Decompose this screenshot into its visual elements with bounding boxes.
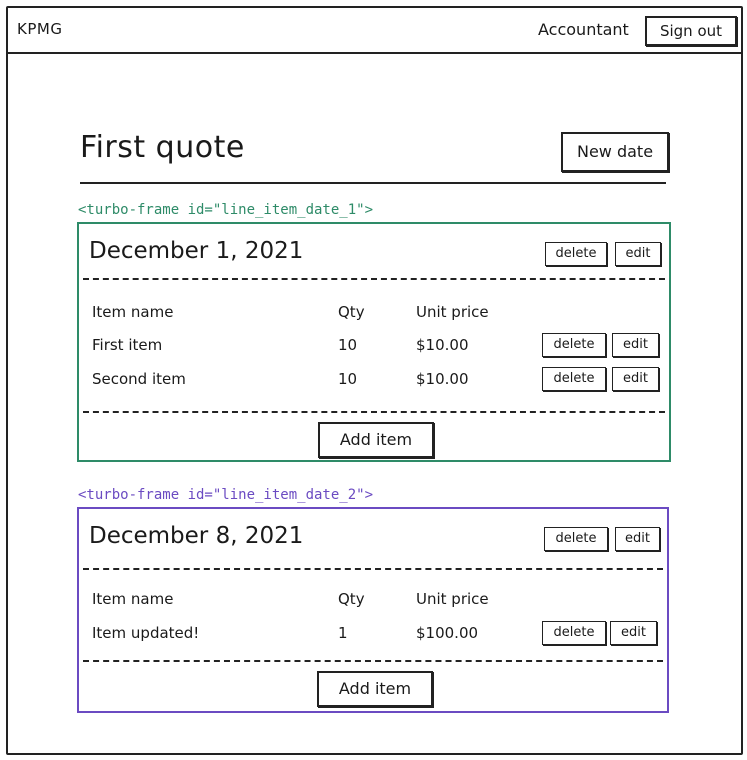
delete-item-button[interactable]: delete [542,621,606,645]
turbo-frame-label: <turbo-frame id="line_item_date_1"> [78,202,374,218]
item-name: Second item [92,370,186,388]
divider [83,568,663,570]
add-item-button[interactable]: Add item [317,671,433,707]
edit-item-button[interactable]: edit [610,621,657,645]
column-header-item-name: Item name [92,590,174,608]
add-item-button[interactable]: Add item [318,422,434,458]
column-header-qty: Qty [338,303,365,321]
item-qty: 10 [338,336,358,354]
page-title: First quote [80,130,245,165]
column-header-unit-price: Unit price [416,590,489,608]
item-unit-price: $100.00 [416,624,479,642]
edit-date-button[interactable]: edit [615,242,661,266]
column-header-qty: Qty [338,590,365,608]
item-unit-price: $10.00 [416,370,469,388]
divider [83,278,665,280]
line-item-date-title: December 1, 2021 [89,238,304,264]
column-header-unit-price: Unit price [416,303,489,321]
current-user: Accountant [538,20,629,39]
delete-item-button[interactable]: delete [542,367,606,391]
delete-date-button[interactable]: delete [544,527,608,551]
edit-date-button[interactable]: edit [615,527,660,551]
line-item-date-frame: December 8, 2021 delete edit Item name Q… [77,507,669,713]
edit-item-button[interactable]: edit [612,367,659,391]
title-divider [80,182,666,184]
item-qty: 10 [338,370,358,388]
item-name: First item [92,336,163,354]
item-qty: 1 [338,624,348,642]
new-date-button[interactable]: New date [561,132,669,172]
item-unit-price: $10.00 [416,336,469,354]
navbar: KPMG Accountant Sign out [6,6,743,54]
divider [83,411,665,413]
brand-logo[interactable]: KPMG [17,20,62,38]
turbo-frame-label: <turbo-frame id="line_item_date_2"> [78,487,374,503]
delete-date-button[interactable]: delete [545,242,607,266]
item-name: Item updated! [92,624,200,642]
edit-item-button[interactable]: edit [612,333,659,357]
delete-item-button[interactable]: delete [542,333,606,357]
column-header-item-name: Item name [92,303,174,321]
line-item-date-title: December 8, 2021 [89,523,304,549]
sign-out-button[interactable]: Sign out [645,16,737,46]
line-item-date-frame: December 1, 2021 delete edit Item name Q… [77,222,671,462]
divider [83,660,663,662]
